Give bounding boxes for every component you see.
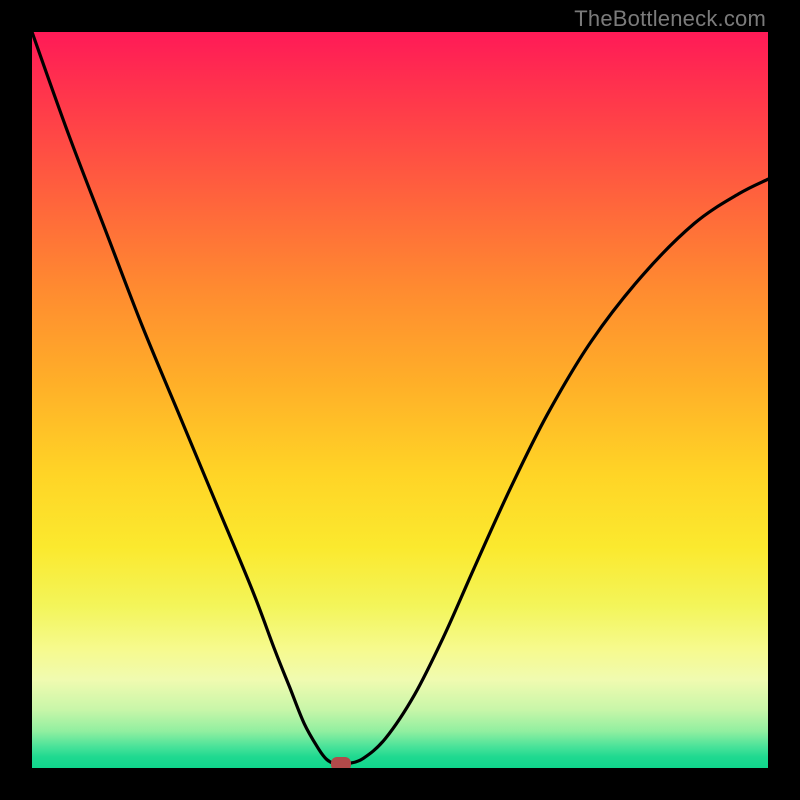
chart-frame: TheBottleneck.com <box>0 0 800 800</box>
plot-area <box>32 32 768 768</box>
watermark-label: TheBottleneck.com <box>574 6 766 32</box>
bottleneck-curve <box>32 32 768 768</box>
optimal-marker-icon <box>331 757 351 768</box>
